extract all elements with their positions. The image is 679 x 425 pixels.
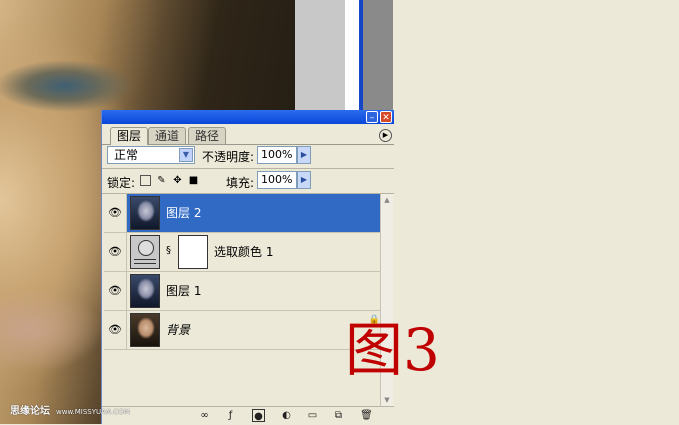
- eye-icon[interactable]: 👁: [104, 233, 127, 271]
- lock-row: 锁定: ✎ ✥ ■ 填充: 100% ▶: [102, 170, 394, 192]
- tab-paths[interactable]: 路径: [188, 127, 227, 144]
- layer-row-background[interactable]: 👁 背景 🔒: [104, 311, 380, 350]
- workspace-area: [363, 0, 393, 112]
- layer-name: 图层 2: [166, 206, 202, 220]
- fill-input[interactable]: 100%: [257, 171, 297, 189]
- fill-label: 填充:: [226, 176, 255, 190]
- scroll-down-icon[interactable]: ▼: [381, 394, 393, 406]
- adjustment-layer-button-icon[interactable]: ◐: [280, 409, 293, 422]
- canvas-white-strip: [345, 0, 359, 112]
- scroll-up-icon[interactable]: ▲: [381, 194, 393, 206]
- fill-slider-button[interactable]: ▶: [297, 171, 311, 189]
- close-icon[interactable]: ✕: [380, 111, 392, 123]
- blend-options-row: 正常 ▼ 不透明度: 100% ▶: [102, 144, 394, 168]
- layer-thumbnail: [130, 313, 160, 347]
- tab-layers[interactable]: 图层: [110, 127, 149, 145]
- layer-mask-thumbnail[interactable]: [178, 235, 208, 269]
- palette-tabs: 图层 通道 路径 ▶: [102, 126, 394, 145]
- canvas-gray-area: [295, 0, 345, 112]
- layer-row-layer2[interactable]: 👁 图层 2: [104, 194, 380, 233]
- layers-list: 👁 图层 2 👁 § 选取颜色 1 👁 图层 1 👁 背景 🔒: [104, 194, 380, 406]
- figure-label: 图3: [345, 316, 440, 384]
- trash-icon[interactable]: 🗑: [360, 409, 373, 422]
- layer-name: 选取颜色 1: [214, 245, 274, 259]
- layer-row-selective-color[interactable]: 👁 § 选取颜色 1: [104, 233, 380, 272]
- lock-paint-icon[interactable]: ✎: [156, 175, 167, 186]
- add-mask-icon[interactable]: ●: [252, 409, 265, 422]
- new-group-icon[interactable]: ▭: [306, 409, 319, 422]
- opacity-label: 不透明度:: [202, 150, 255, 164]
- layer-row-layer1[interactable]: 👁 图层 1: [104, 272, 380, 311]
- chevron-down-icon[interactable]: ▼: [179, 148, 193, 162]
- layer-thumbnail: [130, 196, 160, 230]
- new-layer-icon[interactable]: ⧉: [332, 409, 345, 422]
- layer-thumbnail: [130, 274, 160, 308]
- lock-transparency-icon[interactable]: [140, 175, 151, 186]
- tab-channels[interactable]: 通道: [148, 127, 187, 144]
- eye-icon[interactable]: 👁: [104, 311, 127, 349]
- adjustment-layer-icon: [130, 235, 160, 269]
- layer-style-icon[interactable]: ƒ: [224, 409, 237, 422]
- lock-position-icon[interactable]: ✥: [172, 175, 183, 186]
- palette-title-bar[interactable]: – ✕: [102, 110, 394, 124]
- palette-bottom-toolbar: ∞ ƒ ● ◐ ▭ ⧉ 🗑: [102, 406, 394, 425]
- link-icon: §: [166, 245, 171, 256]
- blend-mode-select[interactable]: 正常 ▼: [107, 146, 195, 164]
- link-layers-icon[interactable]: ∞: [198, 409, 211, 422]
- palette-menu-icon[interactable]: ▶: [379, 129, 392, 142]
- options-divider: [102, 168, 394, 169]
- watermark: 思缘论坛 www.MISSYUAN.COM: [10, 402, 130, 417]
- layer-name: 图层 1: [166, 284, 202, 298]
- opacity-slider-button[interactable]: ▶: [297, 146, 311, 164]
- blend-mode-value: 正常: [114, 148, 139, 162]
- minimize-icon[interactable]: –: [366, 111, 378, 123]
- lock-all-icon[interactable]: ■: [188, 175, 199, 186]
- eye-icon[interactable]: 👁: [104, 272, 127, 310]
- watermark-name: 思缘论坛: [10, 406, 50, 417]
- watermark-url: www.MISSYUAN.COM: [56, 408, 130, 416]
- opacity-input[interactable]: 100%: [257, 146, 297, 164]
- eye-icon[interactable]: 👁: [104, 194, 127, 232]
- lock-label: 锁定:: [107, 176, 136, 190]
- layer-name: 背景: [166, 323, 191, 337]
